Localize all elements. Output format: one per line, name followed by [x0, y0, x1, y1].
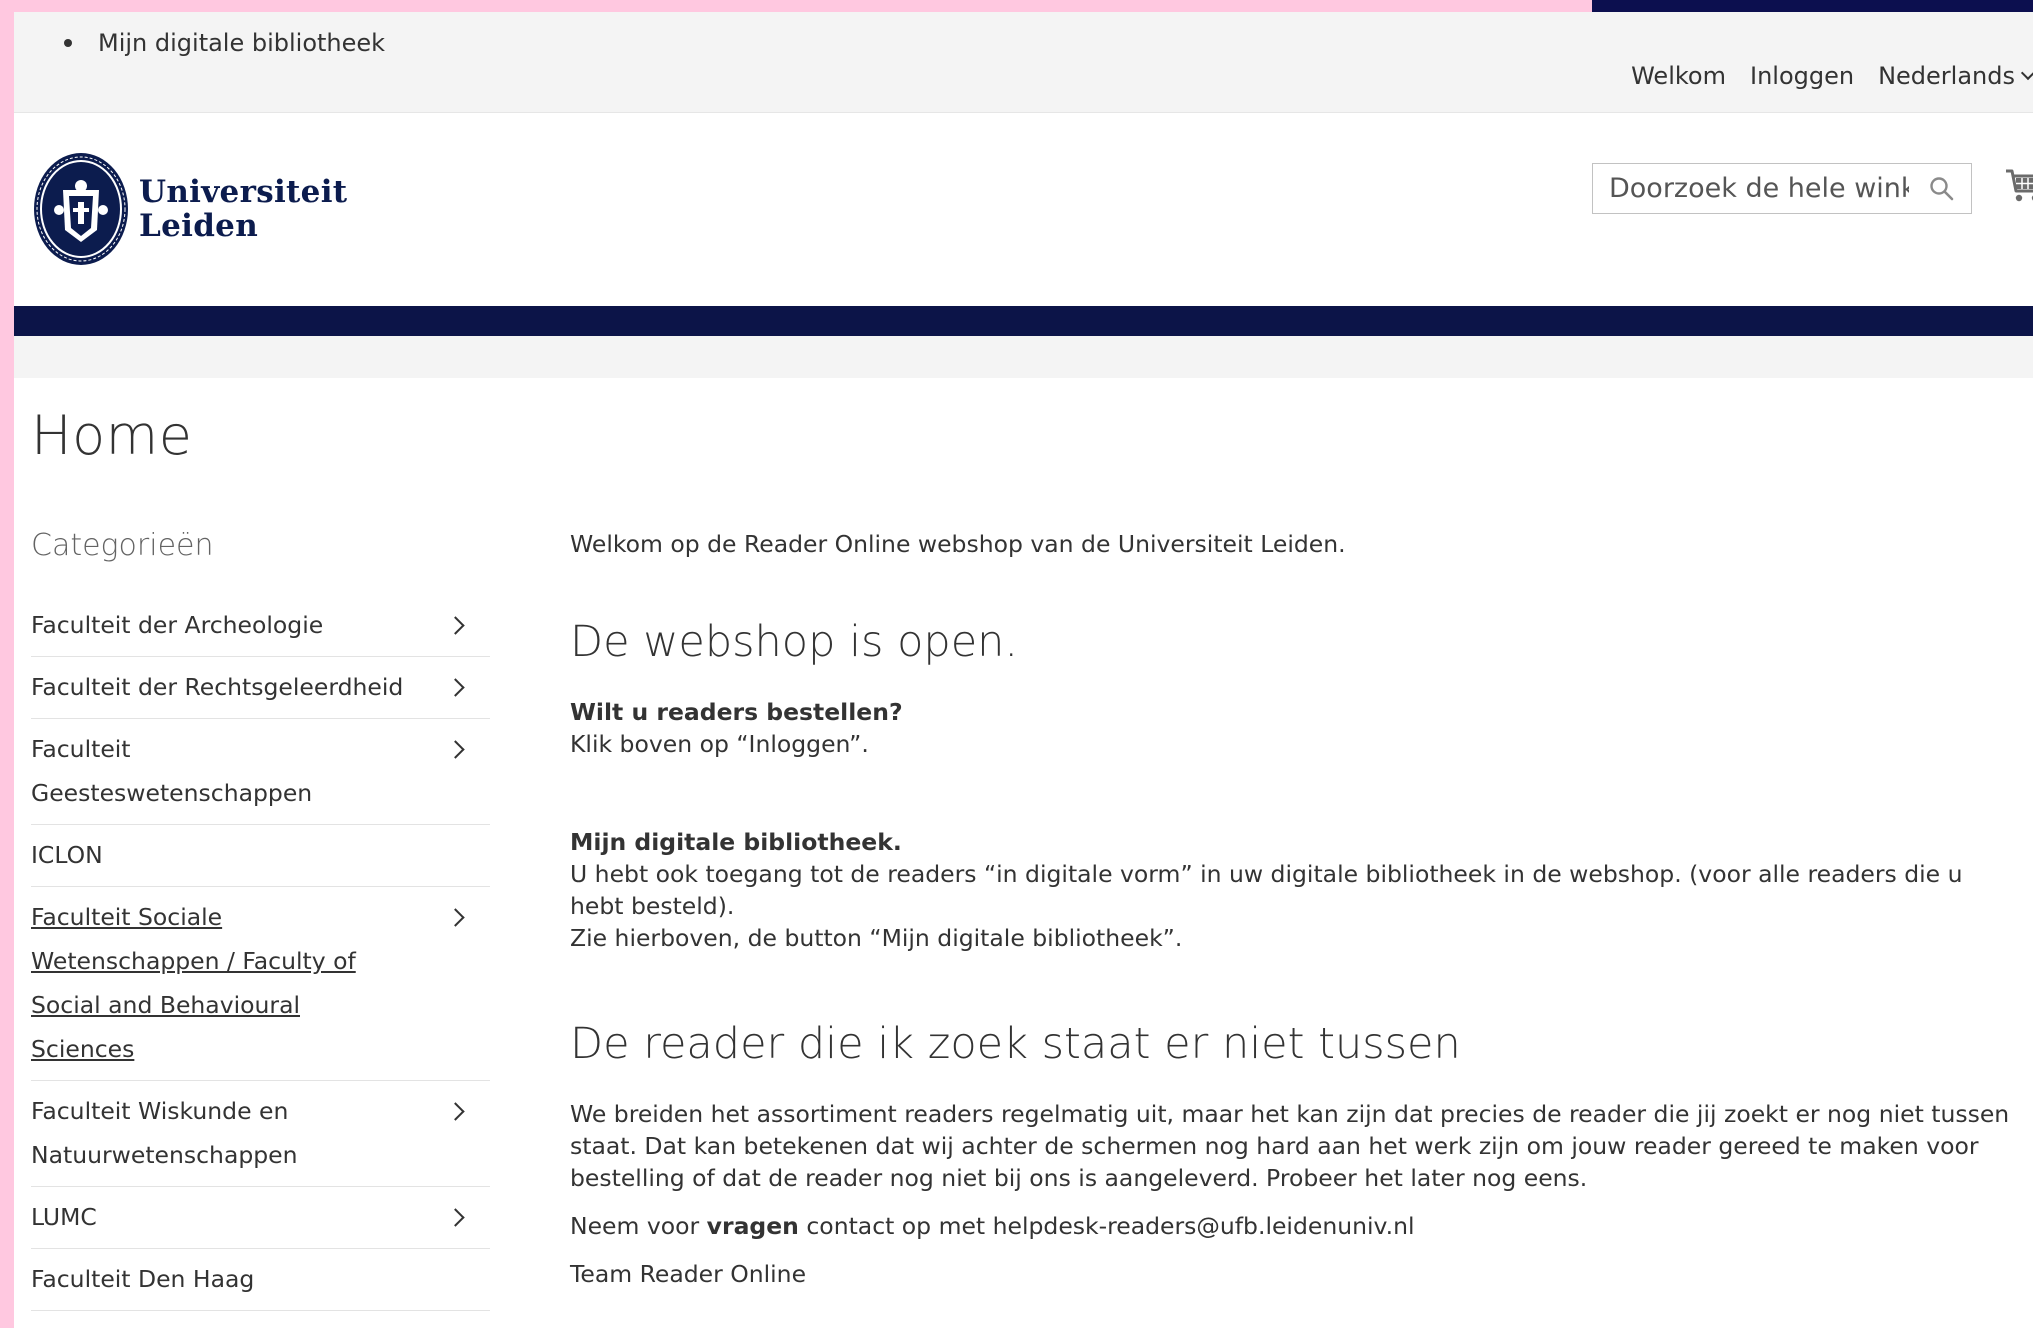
logo-line-1: Universiteit [139, 174, 348, 210]
category-item-sociale-wetenschappen[interactable]: Faculteit Sociale Wetenschappen / Facult… [31, 887, 490, 1081]
heading-reader-missing: De reader die ik zoek staat er niet tuss… [570, 1019, 1461, 1069]
page-title: Home [31, 404, 193, 467]
category-item-lumc[interactable]: LUMC [31, 1187, 490, 1249]
top-bar: Mijn digitale bibliotheek Welkom Inlogge… [14, 12, 2033, 113]
order-instruction: Klik boven op “Inloggen”. [570, 730, 869, 758]
intro-text: Welkom op de Reader Online webshop van d… [570, 530, 1346, 558]
search-box [1592, 163, 1972, 214]
left-frame-strip [0, 0, 14, 1328]
chevron-right-icon[interactable] [446, 1208, 465, 1227]
language-label: Nederlands [1878, 62, 2015, 90]
login-link[interactable]: Inloggen [1750, 62, 1854, 90]
category-label: Faculteit Den Haag [31, 1265, 255, 1293]
chevron-right-icon[interactable] [446, 740, 465, 759]
heading-webshop-open: De webshop is open. [570, 617, 1019, 667]
digital-library-label: Mijn digitale bibliotheek [98, 29, 386, 57]
category-item-rechtsgeleerdheid[interactable]: Faculteit der Rechtsgeleerdheid [31, 657, 490, 719]
library-line-1: U hebt ook toegang tot de readers “in di… [570, 860, 1963, 920]
top-navy-strip [1592, 0, 2033, 12]
library-line-2: Zie hierboven, de button “Mijn digitale … [570, 924, 1183, 952]
category-label: Faculteit Wiskunde en Natuurwetenschappe… [31, 1097, 298, 1169]
library-title: Mijn digitale bibliotheek. [570, 828, 902, 856]
contact-prefix: Neem voor [570, 1212, 707, 1240]
breadcrumb-strip [14, 336, 2033, 378]
category-item-geesteswetenschappen[interactable]: Faculteit Geesteswetenschappen [31, 719, 490, 825]
chevron-right-icon[interactable] [446, 678, 465, 697]
category-label: Faculteit Sociale Wetenschappen / Facult… [31, 903, 356, 1063]
category-item-den-haag[interactable]: Faculteit Den Haag [31, 1249, 490, 1311]
university-logo[interactable]: Universiteit Leiden [31, 150, 347, 268]
signature: Team Reader Online [570, 1260, 807, 1288]
chevron-right-icon[interactable] [446, 616, 465, 635]
category-label: Faculteit der Archeologie [31, 611, 324, 639]
contact-suffix: contact op met helpdesk-readers@ufb.leid… [798, 1212, 1415, 1240]
top-frame-strip [0, 0, 1592, 12]
digital-library-link[interactable]: Mijn digitale bibliotheek [64, 29, 385, 57]
contact-text: Neem voor vragen contact op met helpdesk… [570, 1210, 2010, 1242]
category-label: Faculteit Geesteswetenschappen [31, 735, 313, 807]
chevron-right-icon[interactable] [446, 908, 465, 927]
account-links: Welkom Inloggen Nederlands [1631, 62, 2033, 90]
contact-bold: vragen [706, 1212, 799, 1240]
language-switcher[interactable]: Nederlands [1878, 62, 2033, 90]
welcome-text: Welkom [1631, 62, 1726, 90]
main-content: Welkom op de Reader Online webshop van d… [570, 528, 2010, 1290]
category-item-archeologie[interactable]: Faculteit der Archeologie [31, 595, 490, 657]
site-header: Universiteit Leiden [14, 113, 2033, 306]
order-question: Wilt u readers bestellen? [570, 698, 903, 726]
category-list: Faculteit der Archeologie Faculteit der … [31, 595, 490, 1311]
cart-icon[interactable] [2004, 165, 2033, 205]
search-icon[interactable] [1929, 176, 1955, 202]
bullet-icon [64, 39, 72, 47]
category-label: LUMC [31, 1203, 97, 1231]
chevron-right-icon[interactable] [446, 1102, 465, 1121]
category-label: ICLON [31, 841, 103, 869]
category-item-wiskunde-natuurwetenschappen[interactable]: Faculteit Wiskunde en Natuurwetenschappe… [31, 1081, 490, 1187]
category-label: Faculteit der Rechtsgeleerdheid [31, 673, 404, 701]
sidebar-title: Categorieën [31, 528, 214, 563]
search-input[interactable] [1609, 173, 1909, 204]
university-seal-icon [34, 153, 128, 265]
logo-line-2: Leiden [139, 208, 259, 244]
category-item-iclon[interactable]: ICLON [31, 825, 490, 887]
missing-reader-text: We breiden het assortiment readers regel… [570, 1100, 2010, 1192]
logo-wordmark: Universiteit Leiden [139, 175, 347, 243]
chevron-down-icon [2020, 65, 2033, 81]
category-sidebar: Categorieën Faculteit der Archeologie Fa… [31, 528, 490, 1311]
main-navigation-bar [14, 306, 2033, 336]
